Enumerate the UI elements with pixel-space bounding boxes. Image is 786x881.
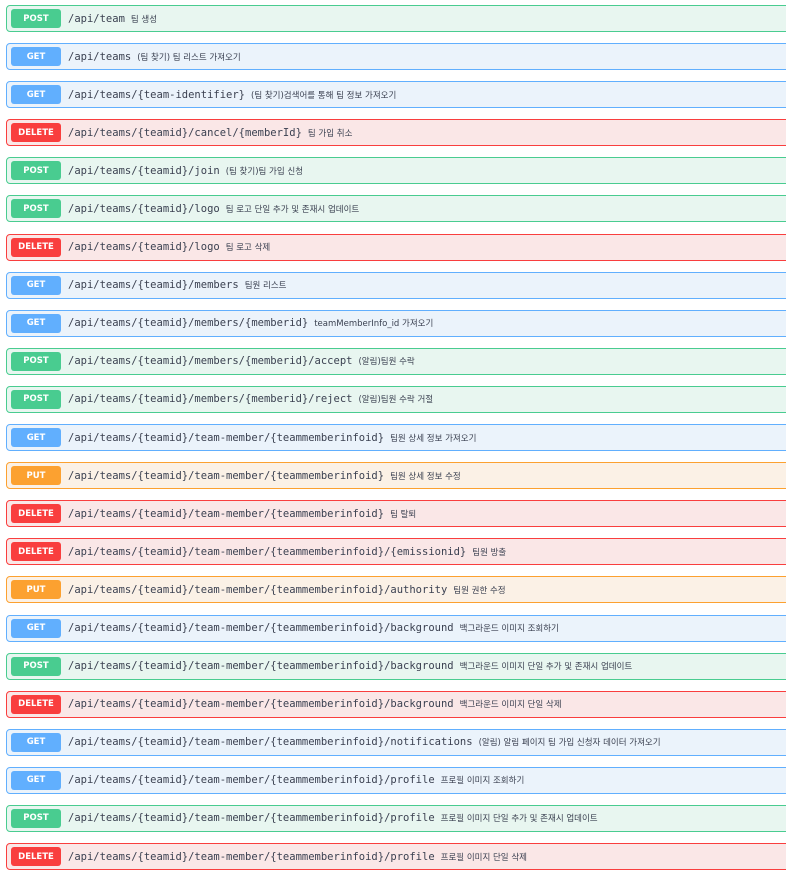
method-badge: POST [11, 351, 61, 371]
operation-row-delete[interactable]: DELETE/api/teams/{teamid}/team-member/{t… [6, 843, 786, 871]
operation-summary: (알림)팀원 수락 거절 [358, 395, 434, 406]
operation-summary: (팀 찾기) 팀 리스트 가져오기 [137, 52, 241, 63]
operation-path: /api/teams/{teamid}/team-member/{teammem… [68, 507, 385, 520]
operation-row-delete[interactable]: DELETE/api/teams/{teamid}/logo 팀 로고 삭제 [6, 233, 786, 261]
method-badge: GET [11, 618, 61, 638]
operation-row-get[interactable]: GET/api/teams (팀 찾기) 팀 리스트 가져오기 [6, 43, 786, 71]
operation-row-get[interactable]: GET/api/teams/{teamid}/team-member/{team… [6, 424, 786, 452]
operation-row-post[interactable]: POST/api/team 팀 생성 [6, 5, 786, 32]
operation-row-post[interactable]: POST/api/teams/{teamid}/team-member/{tea… [6, 804, 786, 832]
operation-path: /api/teams/{teamid}/join [68, 164, 220, 177]
operation-path: /api/team [68, 12, 125, 25]
operation-summary: 팀원 권한 수정 [453, 585, 506, 596]
operation-row-delete[interactable]: DELETE/api/teams/{teamid}/team-member/{t… [6, 690, 786, 718]
method-badge: POST [11, 161, 61, 181]
method-badge: GET [11, 313, 61, 333]
operation-summary: 팀 생성 [130, 14, 158, 25]
operation-summary: (팀 찾기)검색어를 통해 팀 정보 가져오기 [251, 90, 397, 101]
operation-summary: 팀 로고 삭제 [225, 243, 271, 254]
operation-path: /api/teams/{teamid}/team-member/{teammem… [68, 431, 385, 444]
method-badge: POST [11, 808, 61, 828]
operation-summary: (팀 찾기)팀 가입 신청 [225, 166, 304, 177]
method-badge: POST [11, 9, 61, 28]
method-badge: POST [11, 199, 61, 219]
operation-path: /api/teams/{teamid}/team-member/{teammem… [68, 622, 454, 634]
operation-row-post[interactable]: POST/api/teams/{teamid}/members/{memberi… [6, 347, 786, 375]
method-badge: GET [11, 770, 61, 790]
operation-path: /api/teams/{teamid}/cancel/{memberId} [68, 126, 302, 139]
method-badge: POST [11, 656, 61, 676]
operation-path: /api/teams/{teamid}/members/{memberid} [68, 317, 309, 330]
operation-summary: 팀원 방출 [472, 547, 507, 558]
operation-path: /api/teams/{team-identifier} [68, 88, 246, 101]
operation-summary: 백그라운드 이미지 단일 삭제 [459, 700, 562, 711]
operation-path: /api/teams/{teamid}/team-member/{teammem… [68, 469, 385, 482]
operation-summary: 팀원 리스트 [244, 281, 287, 292]
method-badge: DELETE [11, 847, 61, 867]
method-badge: GET [11, 275, 61, 295]
operation-path: /api/teams/{teamid}/members/{memberid}/a… [68, 355, 353, 368]
operation-path: /api/teams/{teamid}/logo [68, 241, 220, 254]
operation-summary: 프로필 이미지 조회하기 [440, 776, 525, 787]
method-badge: PUT [11, 580, 61, 600]
operation-path: /api/teams/{teamid}/team-member/{teammem… [68, 583, 448, 596]
operation-row-post[interactable]: POST/api/teams/{teamid}/join (팀 찾기)팀 가입 신… [6, 157, 786, 185]
operation-row-delete[interactable]: DELETE/api/teams/{teamid}/team-member/{t… [6, 500, 786, 528]
operation-summary: 팀 로고 단일 추가 및 존재시 업데이트 [225, 204, 360, 215]
operation-summary: 프로필 이미지 단일 삭제 [440, 852, 527, 863]
method-badge: DELETE [11, 237, 61, 257]
operation-path: /api/teams/{teamid}/team-member/{teammem… [68, 736, 473, 749]
operation-row-get[interactable]: GET/api/teams/{teamid}/team-member/{team… [6, 766, 786, 794]
operation-row-post[interactable]: POST/api/teams/{teamid}/members/{memberi… [6, 385, 786, 413]
operation-summary: 팀 가입 취소 [307, 128, 353, 139]
operation-row-get[interactable]: GET/api/teams/{team-identifier} (팀 찾기)검색어… [6, 81, 786, 109]
method-badge: DELETE [11, 504, 61, 524]
operation-row-delete[interactable]: DELETE/api/teams/{teamid}/cancel/{member… [6, 119, 786, 147]
operation-row-post[interactable]: POST/api/teams/{teamid}/logo 팀 로고 단일 추가 및… [6, 195, 786, 223]
operation-summary: (알림) 알림 페이지 팀 가입 신청자 데이터 가져오기 [478, 738, 661, 749]
operation-summary: (알림)팀원 수락 [358, 357, 415, 368]
operation-summary: 팀 탈퇴 [390, 509, 417, 520]
operations-list: POST/api/team 팀 생성 GET/api/teams (팀 찾기) 팀 리… [6, 5, 786, 881]
operation-row-get[interactable]: GET/api/teams/{teamid}/members 팀원 리스트 [6, 271, 786, 299]
method-badge: DELETE [11, 123, 61, 143]
operation-path: /api/teams/{teamid}/team-member/{teammem… [68, 812, 435, 825]
method-badge: POST [11, 389, 61, 409]
operation-summary: 백그라운드 이미지 조회하기 [459, 624, 559, 634]
method-badge: GET [11, 732, 61, 752]
method-badge: DELETE [11, 542, 61, 562]
operation-path: /api/teams [68, 50, 132, 63]
operation-path: /api/teams/{teamid}/team-member/{teammem… [68, 660, 454, 673]
operation-path: /api/teams/{teamid}/team-member/{teammem… [68, 698, 454, 711]
operation-path: /api/teams/{teamid}/team-member/{teammem… [68, 774, 435, 787]
operation-summary: 팀원 상세 정보 가져오기 [390, 433, 477, 444]
operation-path: /api/teams/{teamid}/team-member/{teammem… [68, 545, 467, 558]
operation-row-delete[interactable]: DELETE/api/teams/{teamid}/team-member/{t… [6, 538, 786, 566]
operation-path: /api/teams/{teamid}/members/{memberid}/r… [68, 393, 353, 406]
method-badge: GET [11, 85, 61, 105]
operation-row-get[interactable]: GET/api/teams/{teamid}/members/{memberid… [6, 309, 786, 337]
operation-row-put[interactable]: PUT/api/teams/{teamid}/team-member/{team… [6, 462, 786, 490]
method-badge: DELETE [11, 694, 61, 714]
operation-path: /api/teams/{teamid}/members [68, 279, 239, 292]
operation-row-get[interactable]: GET/api/teams/{teamid}/team-member/{team… [6, 614, 786, 642]
operation-row-get[interactable]: GET/api/teams/{teamid}/team-member/{team… [6, 728, 786, 756]
operation-path: /api/teams/{teamid}/team-member/{teammem… [68, 850, 435, 863]
operation-row-post[interactable]: POST/api/teams/{teamid}/team-member/{tea… [6, 652, 786, 680]
operation-summary: 백그라운드 이미지 단일 추가 및 존재시 업데이트 [459, 662, 633, 673]
operation-summary: 프로필 이미지 단일 추가 및 존재시 업데이트 [440, 814, 598, 825]
operation-path: /api/teams/{teamid}/logo [68, 202, 220, 215]
operation-summary: 팀원 상세 정보 수정 [390, 471, 461, 482]
method-badge: GET [11, 47, 61, 67]
operation-row-put[interactable]: PUT/api/teams/{teamid}/team-member/{team… [6, 576, 786, 604]
method-badge: GET [11, 428, 61, 448]
method-badge: PUT [11, 466, 61, 486]
operation-summary: teamMemberInfo_id 가져오기 [314, 319, 434, 330]
